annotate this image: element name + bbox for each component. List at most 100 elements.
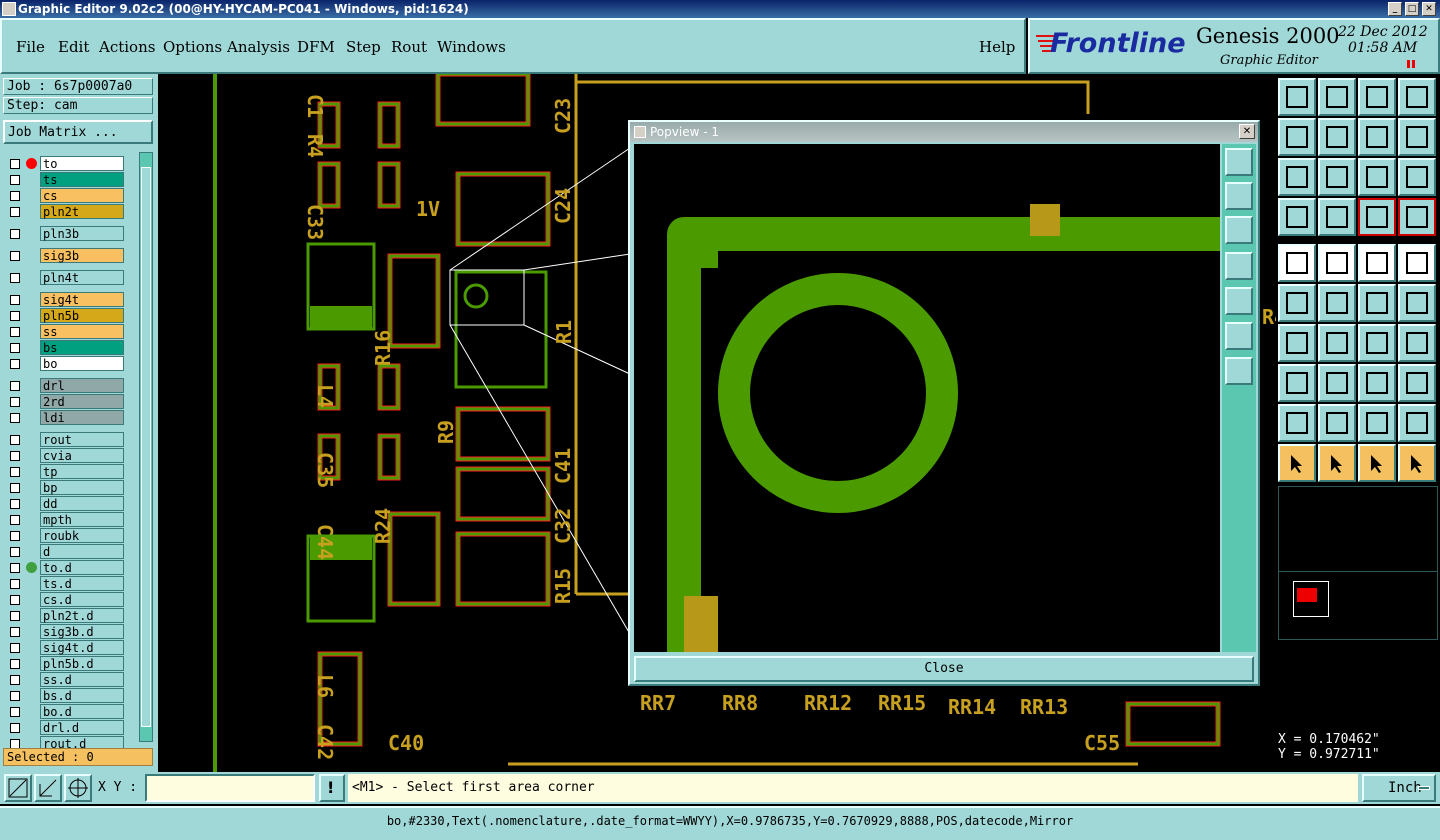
layer-checkbox[interactable] [10,659,20,669]
job-matrix-button[interactable]: Job Matrix ... [3,120,153,144]
ruler-icon[interactable] [1358,244,1396,282]
layer-row-pln5b[interactable]: pln5b [6,308,124,323]
menu-windows[interactable]: Windows [437,38,506,56]
layer-name[interactable]: pln5b.d [40,656,124,671]
layer-row-d[interactable]: d [6,544,124,559]
warning-icon[interactable]: ! [319,774,345,802]
layer-checkbox[interactable] [10,579,20,589]
layer-checkbox[interactable] [10,643,20,653]
layer-row-mpth[interactable]: mpth [6,512,124,527]
layer-checkbox[interactable] [10,451,20,461]
layer-row-bo-d[interactable]: bo.d [6,704,124,719]
shapes-icon[interactable] [1398,364,1436,402]
layer-checkbox[interactable] [10,159,20,169]
point-to-point-icon[interactable] [1358,284,1396,322]
layer-name[interactable]: sig4t.d [40,640,124,655]
units-select[interactable]: Inch [1362,774,1436,802]
measure-icon[interactable] [34,774,62,802]
pop-pan-down-icon[interactable] [1225,216,1253,244]
layer-row-to[interactable]: to [6,156,124,171]
cross-icon[interactable] [1318,284,1356,322]
popview-close-button[interactable]: Close [634,656,1254,682]
zoom-area-icon[interactable] [4,774,32,802]
menu-dfm[interactable]: DFM [297,38,335,56]
layer-row-sig4t-d[interactable]: sig4t.d [6,640,124,655]
layer-checkbox[interactable] [10,723,20,733]
layer-name[interactable]: bs [40,340,124,355]
move-icon[interactable] [1278,364,1316,402]
layer-name[interactable]: cs.d [40,592,124,607]
layer-checkbox[interactable] [10,229,20,239]
flip-icon[interactable] [1398,324,1436,362]
layer-row-to-d[interactable]: to.d [6,560,124,575]
knife-icon[interactable] [1278,198,1316,236]
layer-checkbox[interactable] [10,381,20,391]
layer-checkbox[interactable] [10,295,20,305]
layer-row-pln5b-d[interactable]: pln5b.d [6,656,124,671]
layer-row-sig4t[interactable]: sig4t [6,292,124,307]
layer-name[interactable]: ldi [40,410,124,425]
layer-row-bp[interactable]: bp [6,480,124,495]
layer-name[interactable]: pln2t [40,204,124,219]
line-icon[interactable] [1318,324,1356,362]
layer-checkbox[interactable] [10,515,20,525]
layer-name[interactable]: rout [40,432,124,447]
traffic-light-alt-icon[interactable] [1398,198,1436,236]
layer-row-pln3b[interactable]: pln3b [6,226,124,241]
layer-checkbox[interactable] [10,191,20,201]
layer-row-drl-d[interactable]: drl.d [6,720,124,735]
layer-row-pln2t-d[interactable]: pln2t.d [6,608,124,623]
layer-name[interactable]: cvia [40,448,124,463]
layer-checkbox[interactable] [10,343,20,353]
layer-row-sig3b[interactable]: sig3b [6,248,124,263]
pop-pan-up-icon[interactable] [1225,182,1253,210]
layer-checkbox[interactable] [10,467,20,477]
layer-checkbox[interactable] [10,675,20,685]
pop-pan-right-icon[interactable] [1225,287,1253,315]
layer-name[interactable]: sig4t [40,292,124,307]
layer-row-ss-d[interactable]: ss.d [6,672,124,687]
layer-name[interactable]: sig3b [40,248,124,263]
layer-checkbox[interactable] [10,175,20,185]
layer-row-bs[interactable]: bs [6,340,124,355]
layer-checkbox[interactable] [10,327,20,337]
overview-viewport[interactable] [1293,581,1329,617]
layer-checkbox[interactable] [10,273,20,283]
layer-row-drl[interactable]: drl [6,378,124,393]
layer-row-tp[interactable]: tp [6,464,124,479]
menu-file[interactable]: File [16,38,45,56]
layer-checkbox[interactable] [10,547,20,557]
layer-row-bo[interactable]: bo [6,356,124,371]
dot-icon[interactable] [1398,244,1436,282]
layer-checkbox[interactable] [10,531,20,541]
arch-cross-icon[interactable] [1398,404,1436,442]
layer-row-cs-d[interactable]: cs.d [6,592,124,607]
popview-close-icon[interactable]: ✕ [1239,124,1255,139]
layer-checkbox[interactable] [10,627,20,637]
layer-checkbox[interactable] [10,691,20,701]
layer-checkbox[interactable] [10,435,20,445]
layer-name[interactable]: pln5b [40,308,124,323]
rotate-icon[interactable] [1358,324,1396,362]
menu-actions[interactable]: Actions [99,38,155,56]
layer-row-dd[interactable]: dd [6,496,124,511]
layer-checkbox[interactable] [10,311,20,321]
menu-analysis[interactable]: Analysis [227,38,290,56]
menu-step[interactable]: Step [346,38,381,56]
select-box-icon[interactable] [1318,444,1356,482]
expand-icon[interactable] [1278,158,1316,196]
layer-checkbox[interactable] [10,207,20,217]
menu-edit[interactable]: Edit [58,38,89,56]
cut-icon[interactable] [1318,364,1356,402]
layer-name[interactable]: roubk [40,528,124,543]
layer-name[interactable]: bp [40,480,124,495]
layer-row-ldi[interactable]: ldi [6,410,124,425]
layer-name[interactable]: drl [40,378,124,393]
layer-name[interactable]: mpth [40,512,124,527]
layer-row-pln2t[interactable]: pln2t [6,204,124,219]
layer-checkbox[interactable] [10,611,20,621]
minimize-button[interactable]: _ [1388,2,1402,16]
menu-options[interactable]: Options [163,38,222,56]
pop-fit-icon[interactable] [1225,148,1253,176]
layer-name[interactable]: ts.d [40,576,124,591]
